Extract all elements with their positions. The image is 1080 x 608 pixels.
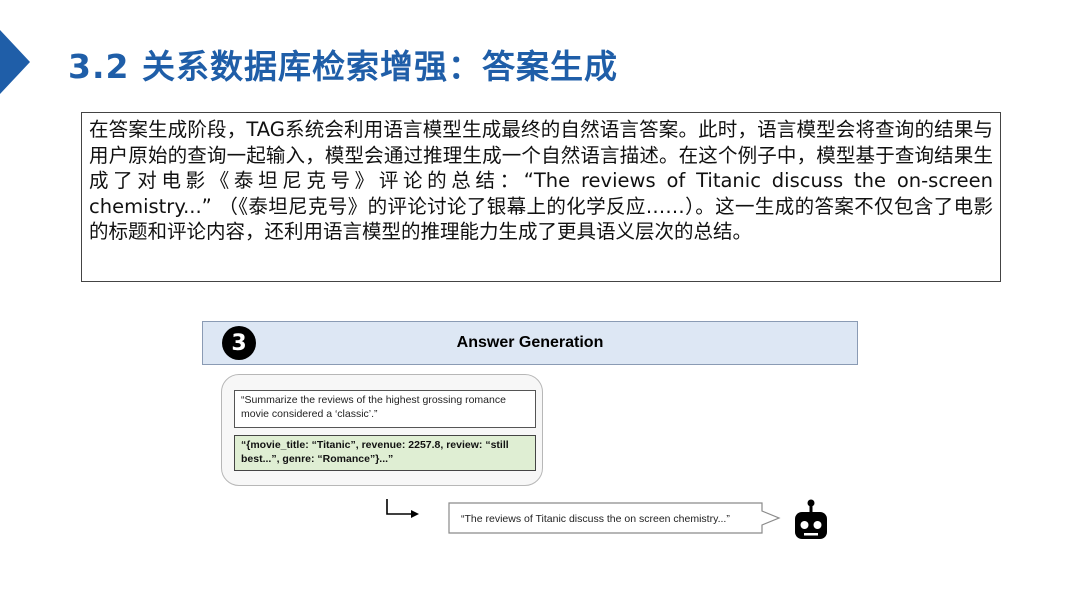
description-paragraph: 在答案生成阶段，TAG系统会利用语言模型生成最终的自然语言答案。此时，语言模型会… xyxy=(81,112,1001,282)
slide-title: 3.2 关系数据库检索增强：答案生成 xyxy=(68,47,618,86)
user-query-box: “Summarize the reviews of the highest gr… xyxy=(234,390,536,428)
elbow-arrow-icon xyxy=(386,499,419,518)
title-marker-icon xyxy=(0,30,30,94)
answer-generation-figure: Answer Generation 3 “Summarize the revie… xyxy=(202,321,862,551)
robot-icon xyxy=(795,499,827,539)
query-result-box: “{movie_title: “Titanic”, revenue: 2257.… xyxy=(234,435,536,471)
generated-answer-text: “The reviews of Titanic discuss the on s… xyxy=(461,513,730,525)
step-header-bar: Answer Generation 3 xyxy=(202,321,858,365)
context-panel: “Summarize the reviews of the highest gr… xyxy=(221,374,543,486)
step-number-badge: 3 xyxy=(222,326,256,360)
step-title: Answer Generation xyxy=(456,334,604,351)
